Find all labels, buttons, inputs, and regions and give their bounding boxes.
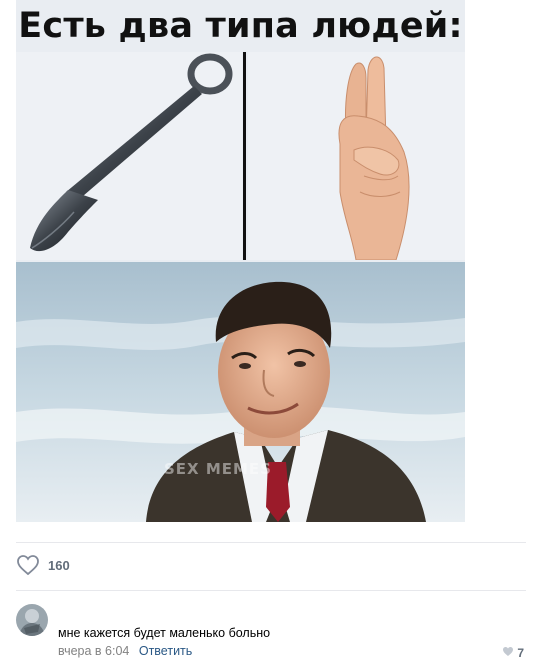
- meme-title: Есть два типа людей:: [18, 6, 463, 46]
- meme-top-panel: Есть два типа людей:: [16, 0, 465, 262]
- watermark-text: SEX MEMES: [164, 460, 272, 478]
- comment-time[interactable]: вчера в 6:04: [58, 644, 129, 658]
- comment-like-count: 7: [517, 646, 524, 660]
- comment-like-button[interactable]: 7: [502, 644, 524, 662]
- comment-meta: вчера в 6:04 Ответить: [58, 644, 192, 658]
- fingers-panel: [248, 52, 465, 260]
- heart-icon: [502, 644, 514, 662]
- post-like-count: 160: [48, 557, 70, 573]
- shoehorn-panel: [16, 52, 242, 260]
- avatar[interactable]: [16, 604, 48, 636]
- separator: [16, 590, 526, 591]
- hand-illustration: [338, 56, 410, 260]
- comment-text: мне кажется будет маленько больно: [58, 626, 271, 640]
- comment-item: мне кажется будет маленько больно вчера …: [16, 604, 528, 664]
- meme-divider: [243, 52, 246, 260]
- post-image[interactable]: Есть два типа людей: SEX MEMES: [16, 0, 465, 522]
- shoehorn-illustration: [30, 53, 233, 252]
- reply-button[interactable]: Ответить: [139, 644, 192, 658]
- post-like-button[interactable]: 160: [16, 553, 70, 577]
- man-photo: SEX MEMES: [16, 262, 465, 522]
- heart-icon: [16, 554, 40, 576]
- separator: [16, 542, 526, 543]
- photo-illustration: [16, 262, 465, 522]
